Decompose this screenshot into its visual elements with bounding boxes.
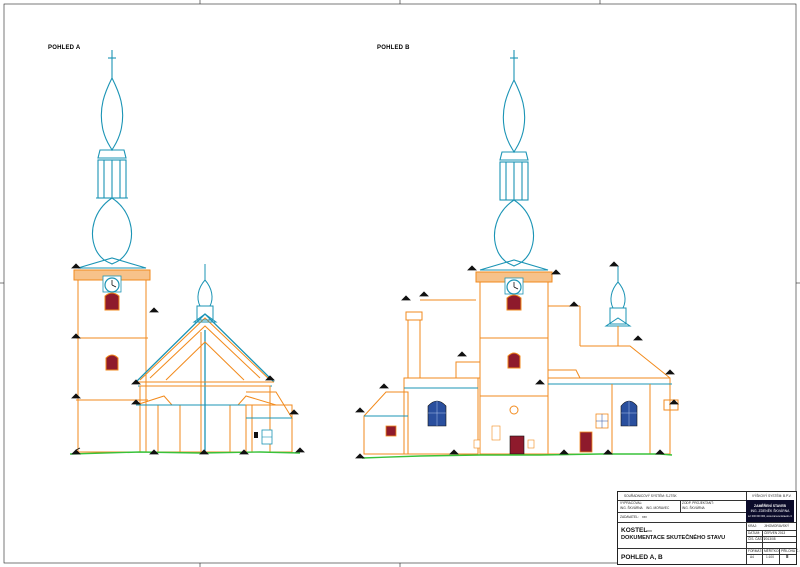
tower-spire-b [479, 50, 549, 271]
drawing-name: POHLED A, B [621, 554, 663, 561]
priloha-label: PŘÍLOHA Č.: [781, 549, 800, 553]
logo-line-2: ING. ZDENĚK ŠKVÁRNA [750, 509, 790, 513]
elevation-view-a [69, 50, 305, 455]
cislo-label: ČÍS. ČÁSTI: [748, 537, 766, 541]
zodp-label: ZODP. PROJEKTANT: [682, 501, 714, 505]
company-logo: ZAMĚŘENÍ STAVEB ING. ZDENĚK ŠKVÁRNA tel:… [746, 500, 794, 522]
left-wing-b [363, 299, 481, 455]
title-block: SOUŘADNICOVÝ SYSTÉM: S-JTSK VÝŠKOVÝ SYST… [617, 491, 800, 565]
left-windows-b [385, 400, 447, 437]
view-b-label: POHLED B [377, 45, 410, 51]
logo-line-1: ZAMĚŘENÍ STAVEB [754, 504, 786, 508]
small-turret-b [604, 266, 632, 346]
zadavatel-label: ZADAVATEL: [620, 515, 639, 519]
datum-value: ČERVEN 2013 [764, 531, 786, 535]
tower-windows-a [104, 292, 120, 371]
vypracoval-value: ING. ŠKVÁRNA [620, 506, 643, 510]
tower-spire-a [77, 50, 147, 269]
ground-line-b [361, 453, 673, 459]
drawing-sheet: POHLED A POHLED B SOUŘADNICOVÝ SYSTÉM: S… [0, 0, 800, 567]
project-subtitle: DOKUMENTACE SKUTEČNÉHO STAVU [621, 535, 726, 541]
meritko-value: 1:100 [766, 555, 774, 559]
logo-line-3: tel: 000 000 000, www.zamerenistaveb.cz [747, 515, 793, 518]
side-windows-a [254, 429, 273, 445]
right-windows-b [579, 400, 638, 453]
format-value: A4 [750, 555, 754, 559]
zadavatel-value: xxx [642, 515, 647, 519]
elevation-drawing [0, 0, 800, 567]
view-a-label: POHLED A [48, 45, 81, 51]
kraj-value: JIHOMORAVSKÝ [764, 524, 790, 528]
height-system: VÝŠKOVÝ SYSTÉM: B.P.V. [752, 494, 792, 498]
datum-label: DATUM: [748, 531, 760, 535]
cislo-value: 2013/08 [764, 537, 776, 541]
tower-clock-a [102, 275, 122, 293]
coord-system: SOUŘADNICOVÝ SYSTÉM: S-JTSK [624, 494, 677, 498]
right-wing-b [547, 305, 679, 455]
tower-clock-b [504, 277, 524, 295]
kontroloval-value: ING. MORAVEC [646, 506, 670, 510]
elevation-view-b [355, 50, 679, 459]
format-label: FORMÁT: [748, 549, 762, 553]
zodp-value: ING. ŠKVÁRNA [682, 506, 705, 510]
vypracoval-label: VYPRACOVAL: [620, 501, 643, 505]
meritko-label: MĚŘÍTKO: [764, 549, 780, 553]
priloha-value: 8 [786, 554, 789, 559]
project-name: KOSTEL [621, 527, 648, 534]
entrance-doors-b [473, 425, 535, 455]
project-location: xxx [646, 528, 652, 533]
kraj-label: KRAJ: [748, 524, 758, 528]
